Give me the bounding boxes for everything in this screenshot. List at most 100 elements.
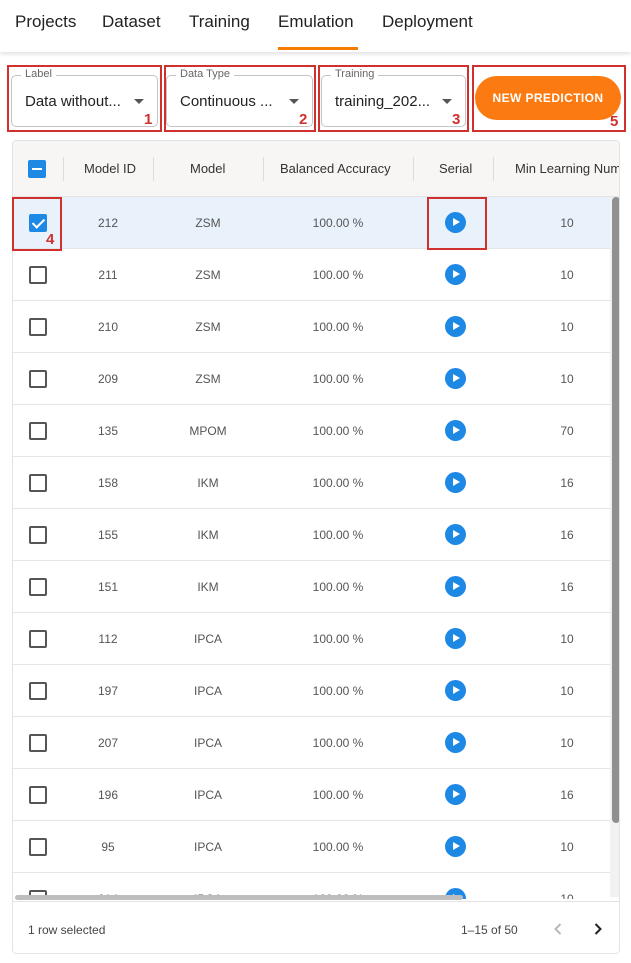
cell-min-learning-num: 16: [560, 788, 574, 802]
cell-balanced-accuracy: 100.00 %: [312, 320, 364, 334]
cell-min-learning-num: 70: [560, 424, 574, 438]
tab-emulation[interactable]: Emulation: [278, 12, 354, 32]
tab-training[interactable]: Training: [189, 12, 250, 32]
play-icon[interactable]: [445, 316, 466, 337]
cell-min-learning-num: 10: [560, 268, 574, 282]
cell-model-id: 207: [97, 736, 119, 750]
play-icon[interactable]: [445, 576, 466, 597]
play-icon[interactable]: [445, 420, 466, 441]
cell-balanced-accuracy: 100.00 %: [312, 580, 364, 594]
table-row[interactable]: 196 IPCA 100.00 % 16: [13, 769, 619, 821]
cell-model: IPCA: [193, 632, 222, 646]
table-row[interactable]: 151 IKM 100.00 % 16: [13, 561, 619, 613]
annotation-number-4: 4: [46, 231, 55, 248]
cell-min-learning-num: 10: [560, 320, 574, 334]
play-icon[interactable]: [445, 680, 466, 701]
cell-model-id: 95: [101, 840, 115, 854]
cell-model-id: 135: [97, 424, 119, 438]
cell-min-learning-num: 10: [560, 632, 574, 646]
row-checkbox[interactable]: [29, 266, 47, 284]
active-tab-indicator: [278, 47, 358, 50]
cell-min-learning-num: 10: [560, 372, 574, 386]
pagination-range: 1–15 of 50: [461, 923, 518, 937]
cell-balanced-accuracy: 100.00 %: [312, 528, 364, 542]
top-navigation: Projects Dataset Training Emulation Depl…: [0, 0, 631, 52]
cell-balanced-accuracy: 100.00 %: [312, 424, 364, 438]
column-header-serial[interactable]: Serial: [439, 161, 472, 176]
cell-model: ZSM: [195, 216, 221, 230]
models-table: Model ID Model Balanced Accuracy Serial …: [12, 140, 620, 954]
column-separator: [493, 157, 494, 181]
horizontal-scrollbar[interactable]: [13, 893, 610, 901]
table-row[interactable]: 135 MPOM 100.00 % 70: [13, 405, 619, 457]
table-row[interactable]: 155 IKM 100.00 % 16: [13, 509, 619, 561]
tab-deployment[interactable]: Deployment: [382, 12, 473, 32]
annotation-box-2: [164, 65, 316, 132]
cell-model: IKM: [197, 580, 219, 594]
row-checkbox[interactable]: [29, 474, 47, 492]
cell-model-id: 158: [97, 476, 119, 490]
play-icon[interactable]: [445, 472, 466, 493]
selected-count: 1 row selected: [28, 923, 106, 937]
row-checkbox[interactable]: [29, 370, 47, 388]
cell-model: IKM: [197, 476, 219, 490]
cell-min-learning-num: 10: [560, 736, 574, 750]
table-row[interactable]: 211 ZSM 100.00 % 10: [13, 249, 619, 301]
vertical-scrollbar-thumb[interactable]: [612, 197, 619, 823]
play-icon[interactable]: [445, 524, 466, 545]
cell-model-id: 210: [97, 320, 119, 334]
table-row[interactable]: 112 IPCA 100.00 % 10: [13, 613, 619, 665]
cell-model-id: 151: [97, 580, 119, 594]
table-row[interactable]: 158 IKM 100.00 % 16: [13, 457, 619, 509]
row-checkbox[interactable]: [29, 734, 47, 752]
cell-model-id: 112: [98, 632, 118, 646]
annotation-number-5: 5: [610, 113, 619, 130]
vertical-scrollbar[interactable]: [610, 197, 619, 897]
play-icon[interactable]: [445, 264, 466, 285]
column-header-min-learning-num[interactable]: Min Learning Num: [515, 161, 619, 176]
chevron-left-icon[interactable]: [548, 919, 568, 939]
column-header-model-id[interactable]: Model ID: [84, 161, 136, 176]
cell-model-id: 212: [97, 216, 119, 230]
horizontal-scrollbar-thumb[interactable]: [15, 895, 463, 900]
column-separator: [63, 157, 64, 181]
table-row[interactable]: 212 ZSM 100.00 % 10: [13, 197, 619, 249]
row-checkbox[interactable]: [29, 578, 47, 596]
play-icon[interactable]: [445, 628, 466, 649]
row-checkbox[interactable]: [29, 630, 47, 648]
annotation-box-1: [7, 65, 162, 132]
cell-model-id: 209: [97, 372, 119, 386]
table-row[interactable]: 207 IPCA 100.00 % 10: [13, 717, 619, 769]
row-checkbox[interactable]: [29, 526, 47, 544]
row-checkbox[interactable]: [29, 838, 47, 856]
play-icon[interactable]: [445, 732, 466, 753]
column-header-balanced-accuracy[interactable]: Balanced Accuracy: [280, 161, 391, 176]
cell-balanced-accuracy: 100.00 %: [312, 736, 364, 750]
row-checkbox[interactable]: [29, 422, 47, 440]
tab-projects[interactable]: Projects: [15, 12, 76, 32]
table-row[interactable]: 197 IPCA 100.00 % 10: [13, 665, 619, 717]
tab-dataset[interactable]: Dataset: [102, 12, 161, 32]
cell-model: IPCA: [193, 840, 222, 854]
row-checkbox[interactable]: [29, 786, 47, 804]
cell-min-learning-num: 10: [560, 840, 574, 854]
cell-model-id: 197: [97, 684, 119, 698]
annotation-number-3: 3: [452, 111, 461, 128]
table-footer: 1 row selected 1–15 of 50: [13, 901, 619, 953]
cell-balanced-accuracy: 100.00 %: [312, 216, 364, 230]
chevron-right-icon[interactable]: [588, 919, 608, 939]
table-row[interactable]: 95 IPCA 100.00 % 10: [13, 821, 619, 873]
play-icon[interactable]: [445, 836, 466, 857]
row-checkbox[interactable]: [29, 682, 47, 700]
play-icon[interactable]: [445, 368, 466, 389]
annotation-box-serial: [427, 197, 487, 250]
column-header-model[interactable]: Model: [190, 161, 225, 176]
table-row[interactable]: 209 ZSM 100.00 % 10: [13, 353, 619, 405]
row-checkbox[interactable]: [29, 318, 47, 336]
play-icon[interactable]: [445, 784, 466, 805]
cell-model: ZSM: [195, 320, 221, 334]
table-row[interactable]: 210 ZSM 100.00 % 10: [13, 301, 619, 353]
annotation-number-1: 1: [144, 111, 153, 128]
table-body: 212 ZSM 100.00 % 10 211 ZSM 100.00 % 10 210 ZSM 10…: [13, 197, 619, 899]
select-all-checkbox[interactable]: [28, 160, 46, 178]
